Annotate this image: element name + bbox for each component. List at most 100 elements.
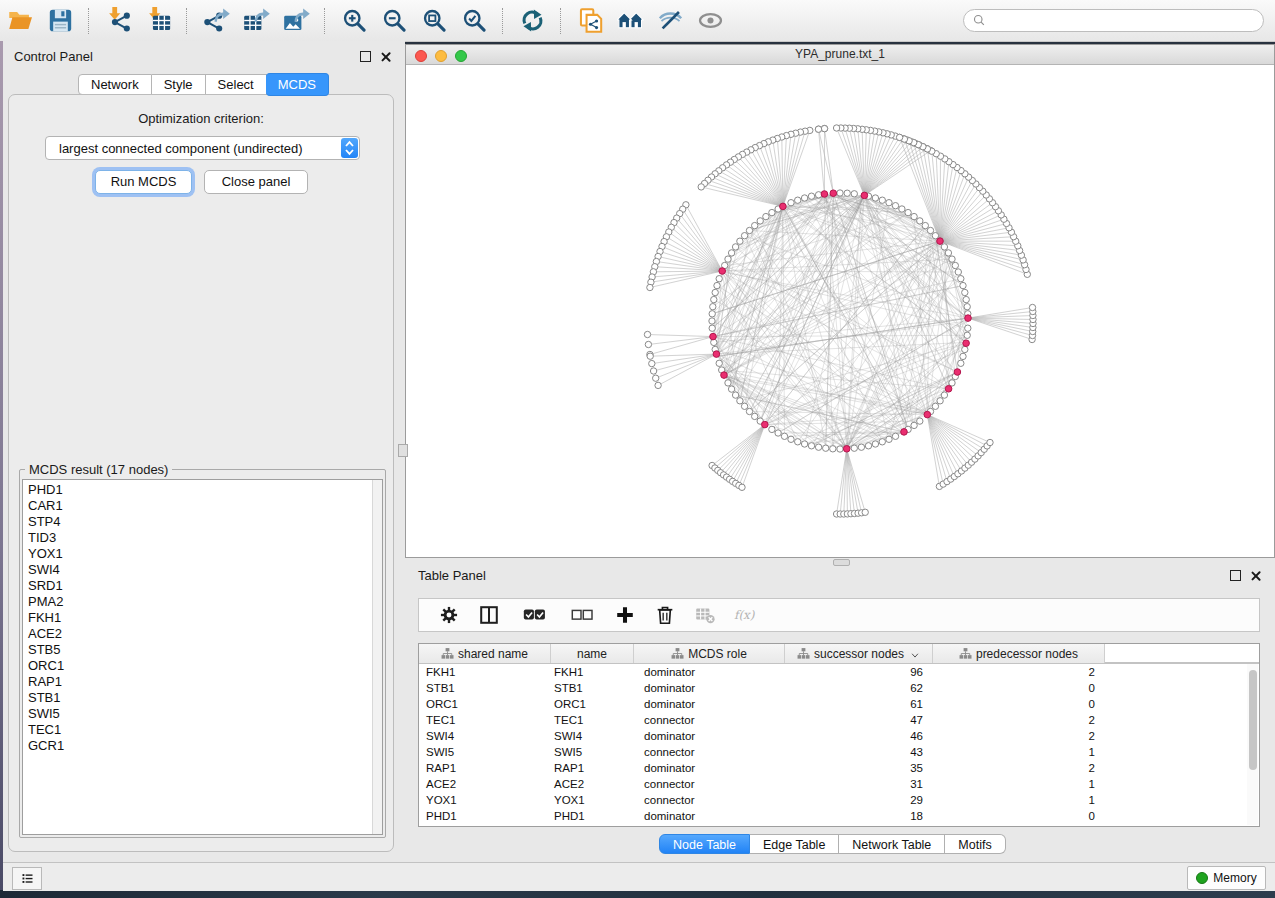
sort-chevron-icon [910,649,920,659]
search-input[interactable] [963,9,1264,32]
network-canvas[interactable] [406,64,1274,557]
result-list-item[interactable]: CAR1 [23,498,382,514]
table-row[interactable]: ORC1ORC1dominator610 [419,696,1259,712]
table-row[interactable]: PHD1PHD1dominator180 [419,808,1259,824]
check-pair-icon[interactable] [518,604,548,626]
first-neighbors-icon[interactable] [617,7,644,34]
result-list-item[interactable]: SWI5 [23,706,382,722]
memory-button[interactable]: Memory [1187,866,1266,890]
table-disabled-icon[interactable] [694,604,716,626]
hide-selected-icon[interactable] [657,7,684,34]
cell: 2 [933,730,1105,742]
tab-network-table[interactable]: Network Table [839,834,945,854]
zoom-fit-icon[interactable] [421,7,448,34]
result-list-item[interactable]: PHD1 [23,482,382,498]
table-row[interactable]: SWI4SWI4dominator462 [419,728,1259,744]
cell: 2 [933,666,1105,678]
table-panel-title: Table Panel [418,568,486,583]
column-type-icon [797,647,810,660]
tab-node-table[interactable]: Node Table [659,834,750,854]
export-image-icon[interactable] [283,7,310,34]
table-row[interactable]: RAP1RAP1dominator352 [419,760,1259,776]
tab-select[interactable]: Select [206,74,267,95]
vertical-splitter-handle[interactable] [398,444,408,457]
uncheck-pair-icon[interactable] [566,604,596,626]
column-header-predecessor-nodes[interactable]: predecessor nodes [933,644,1105,663]
result-list-item[interactable]: TID3 [23,530,382,546]
table-scrollbar[interactable] [1247,664,1258,825]
result-list-item[interactable]: STP4 [23,514,382,530]
open-folder-icon[interactable] [7,7,34,34]
tab-style[interactable]: Style [152,74,206,95]
column-header-name[interactable]: name [551,644,634,663]
refresh-icon[interactable] [519,7,546,34]
column-header-shared-name[interactable]: shared name [419,644,551,663]
result-list-item[interactable]: ORC1 [23,658,382,674]
result-list-item[interactable]: TEC1 [23,722,382,738]
result-list-item[interactable]: YOX1 [23,546,382,562]
result-list-item[interactable]: SWI4 [23,562,382,578]
horizontal-splitter-handle[interactable] [833,559,850,566]
zoom-out-icon[interactable] [381,7,408,34]
table-header-row: shared namename MCDS role successor nodesp… [419,644,1259,664]
zoom-in-icon[interactable] [341,7,368,34]
table-scrollbar-thumb[interactable] [1249,670,1257,770]
export-table-icon[interactable] [243,7,270,34]
column-type-icon [959,647,972,660]
cell: 2 [933,714,1105,726]
result-list-item[interactable]: PMA2 [23,594,382,610]
result-list-item[interactable]: FKH1 [23,610,382,626]
cell: dominator [634,810,785,822]
tab-mcds[interactable]: MCDS [266,73,329,96]
mcds-result-list[interactable]: PHD1CAR1STP4TID3YOX1SWI4SRD1PMA2FKH1ACE2… [22,479,383,835]
column-type-icon [441,647,454,660]
column-header-successor-nodes[interactable]: successor nodes [785,644,933,663]
float-panel-icon[interactable] [360,51,371,62]
cell: connector [634,746,785,758]
cell: SWI5 [551,746,634,758]
column-header-MCDS-role[interactable]: MCDS role [634,644,785,663]
optimization-criterion-select[interactable]: largest connected component (undirected) [45,136,360,160]
tab-network[interactable]: Network [78,74,152,95]
toolbar-separator [560,8,562,34]
cell: 0 [933,698,1105,710]
table-row[interactable]: TEC1TEC1connector472 [419,712,1259,728]
dropdown-stepper-icon [341,138,358,158]
export-network-icon[interactable] [203,7,230,34]
table-row[interactable]: ACE2ACE2connector311 [419,776,1259,792]
tab-edge-table[interactable]: Edge Table [750,834,839,854]
result-list-item[interactable]: STB1 [23,690,382,706]
close-panel-icon[interactable] [380,51,391,62]
save-icon[interactable] [47,7,74,34]
split-columns-icon[interactable] [478,604,500,626]
status-bar: Memory [3,862,1275,891]
run-mcds-button[interactable]: Run MCDS [95,170,192,194]
table-row[interactable]: STB1STB1dominator620 [419,680,1259,696]
result-list-item[interactable]: GCR1 [23,738,382,754]
plus-icon[interactable] [614,604,636,626]
import-network-icon[interactable] [105,7,132,34]
close-panel-button[interactable]: Close panel [204,170,308,194]
zoom-selected-icon[interactable] [461,7,488,34]
task-history-button[interactable] [12,867,42,890]
close-table-panel-icon[interactable] [1250,570,1261,581]
table-row[interactable]: FKH1FKH1dominator962 [419,664,1259,680]
fx-icon[interactable]: f(x) [734,604,756,626]
result-list-item[interactable]: RAP1 [23,674,382,690]
cell: dominator [634,666,785,678]
float-table-panel-icon[interactable] [1230,570,1241,581]
trash-icon[interactable] [654,604,676,626]
show-all-icon[interactable] [697,7,724,34]
result-list-scrollbar[interactable] [372,480,382,834]
result-list-item[interactable]: ACE2 [23,626,382,642]
result-list-item[interactable]: STB5 [23,642,382,658]
duplicate-network-icon[interactable] [577,7,604,34]
table-row[interactable]: SWI5SWI5connector431 [419,744,1259,760]
import-table-icon[interactable] [145,7,172,34]
network-window-titlebar[interactable]: YPA_prune.txt_1 [406,45,1274,65]
column-label: MCDS role [688,647,747,661]
result-list-item[interactable]: SRD1 [23,578,382,594]
tab-motifs[interactable]: Motifs [945,834,1005,854]
gear-icon[interactable] [438,604,460,626]
table-row[interactable]: YOX1YOX1connector291 [419,792,1259,808]
